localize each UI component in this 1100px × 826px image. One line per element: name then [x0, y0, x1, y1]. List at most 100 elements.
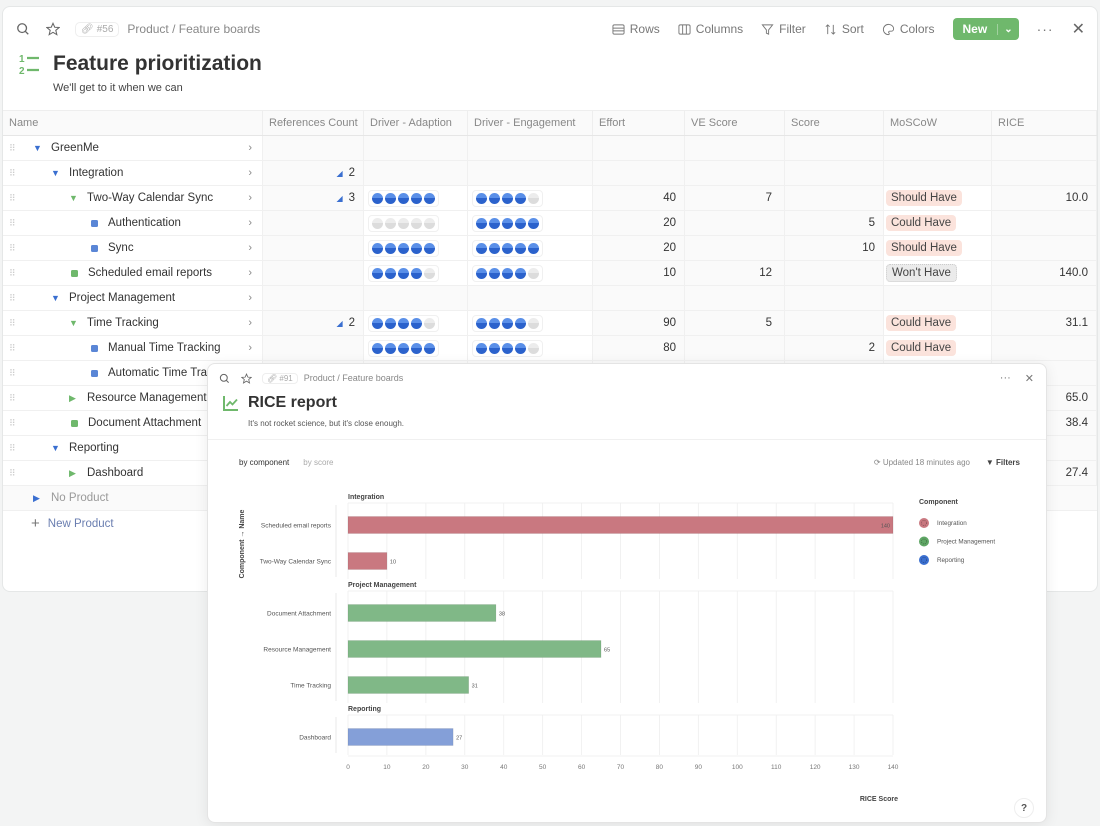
- moscow-cell[interactable]: [884, 161, 992, 185]
- colors-button[interactable]: Colors: [882, 22, 935, 36]
- chevron-right-icon[interactable]: ›: [248, 342, 252, 354]
- rice-cell[interactable]: [992, 336, 1097, 360]
- moscow-badge[interactable]: Should Have: [886, 240, 962, 256]
- references-cell[interactable]: [263, 211, 364, 235]
- rating-dots[interactable]: [472, 339, 543, 357]
- driver-adaption-cell[interactable]: [364, 186, 468, 210]
- references-cell[interactable]: [263, 336, 364, 360]
- driver-engagement-cell[interactable]: [468, 261, 593, 285]
- driver-engagement-cell[interactable]: [468, 136, 593, 160]
- drag-handle-icon[interactable]: ⠿: [9, 218, 23, 229]
- drag-handle-icon[interactable]: ⠿: [9, 243, 23, 254]
- caret-down-icon[interactable]: ▼: [69, 193, 79, 203]
- rating-dots[interactable]: [472, 214, 543, 232]
- table-row[interactable]: ⠿ Scheduled email reports › 10 12 Won't Have 1…: [3, 261, 1097, 286]
- rice-cell[interactable]: 10.0: [992, 186, 1097, 210]
- columns-button[interactable]: Columns: [678, 22, 743, 36]
- more-options-icon[interactable]: ···: [1037, 21, 1054, 37]
- chevron-right-icon[interactable]: ›: [248, 317, 252, 329]
- column-header-score[interactable]: Score: [785, 111, 884, 135]
- drag-handle-icon[interactable]: ⠿: [9, 293, 23, 304]
- driver-adaption-cell[interactable]: [364, 136, 468, 160]
- rating-dots[interactable]: [368, 239, 439, 257]
- caret-down-icon[interactable]: ▼: [51, 168, 61, 178]
- rating-dots[interactable]: [472, 314, 543, 332]
- driver-adaption-cell[interactable]: [364, 336, 468, 360]
- column-header-driver-adaption[interactable]: Driver - Adaption: [364, 111, 468, 135]
- rating-dots[interactable]: [472, 189, 543, 207]
- moscow-cell[interactable]: Should Have: [884, 186, 992, 210]
- ve-score-cell[interactable]: [685, 136, 785, 160]
- driver-adaption-cell[interactable]: [364, 261, 468, 285]
- caret-down-icon[interactable]: ▼: [69, 318, 79, 328]
- rating-dots[interactable]: [472, 239, 543, 257]
- chevron-right-icon[interactable]: ›: [248, 142, 252, 154]
- score-cell[interactable]: [785, 286, 884, 310]
- score-cell[interactable]: [785, 161, 884, 185]
- rating-dots[interactable]: [368, 189, 439, 207]
- caret-down-icon[interactable]: ▼: [51, 443, 61, 453]
- rating-dots[interactable]: [368, 264, 439, 282]
- rice-cell[interactable]: [992, 136, 1097, 160]
- moscow-cell[interactable]: [884, 136, 992, 160]
- ve-score-cell[interactable]: [685, 286, 785, 310]
- moscow-badge[interactable]: Could Have: [886, 215, 957, 231]
- references-cell[interactable]: [263, 261, 364, 285]
- name-cell[interactable]: ⠿ ▼ Project Management ›: [3, 286, 263, 310]
- score-cell[interactable]: 2: [785, 336, 884, 360]
- rice-cell[interactable]: [992, 236, 1097, 260]
- moscow-cell[interactable]: Could Have: [884, 336, 992, 360]
- driver-adaption-cell[interactable]: [364, 311, 468, 335]
- references-cell[interactable]: [263, 136, 364, 160]
- moscow-cell[interactable]: [884, 286, 992, 310]
- chevron-right-icon[interactable]: ›: [248, 242, 252, 254]
- table-row[interactable]: ⠿ ▼ Two-Way Calendar Sync › ◢ 3 40 7 Should Have…: [3, 186, 1097, 211]
- driver-engagement-cell[interactable]: [468, 236, 593, 260]
- driver-engagement-cell[interactable]: [468, 311, 593, 335]
- effort-cell[interactable]: 40: [593, 186, 685, 210]
- name-cell[interactable]: ⠿ ▼ Two-Way Calendar Sync ›: [3, 186, 263, 210]
- moscow-badge[interactable]: Should Have: [886, 190, 962, 206]
- breadcrumb[interactable]: Product / Feature boards: [127, 22, 260, 36]
- effort-cell[interactable]: 10: [593, 261, 685, 285]
- column-header-name[interactable]: Name: [3, 111, 263, 135]
- drag-handle-icon[interactable]: ⠿: [9, 468, 23, 479]
- chevron-right-icon[interactable]: ›: [248, 167, 252, 179]
- ve-score-cell[interactable]: [685, 161, 785, 185]
- score-cell[interactable]: [785, 136, 884, 160]
- drag-handle-icon[interactable]: ⠿: [9, 268, 23, 279]
- rating-dots[interactable]: [368, 214, 439, 232]
- close-icon[interactable]: ✕: [1072, 19, 1085, 39]
- ve-score-cell[interactable]: 5: [685, 311, 785, 335]
- ve-score-cell[interactable]: [685, 211, 785, 235]
- drag-handle-icon[interactable]: ⠿: [9, 343, 23, 354]
- driver-engagement-cell[interactable]: [468, 211, 593, 235]
- moscow-badge[interactable]: Could Have: [886, 315, 957, 331]
- driver-adaption-cell[interactable]: [364, 161, 468, 185]
- score-cell[interactable]: 10: [785, 236, 884, 260]
- column-header-moscow[interactable]: MoSCoW: [884, 111, 992, 135]
- sort-button[interactable]: Sort: [824, 22, 864, 36]
- moscow-cell[interactable]: Could Have: [884, 211, 992, 235]
- effort-cell[interactable]: [593, 286, 685, 310]
- drag-handle-icon[interactable]: ⠿: [9, 168, 23, 179]
- column-header-ve-score[interactable]: VE Score: [685, 111, 785, 135]
- driver-adaption-cell[interactable]: [364, 236, 468, 260]
- drag-handle-icon[interactable]: ⠿: [9, 318, 23, 329]
- driver-engagement-cell[interactable]: [468, 161, 593, 185]
- rice-cell[interactable]: [992, 286, 1097, 310]
- score-cell[interactable]: [785, 186, 884, 210]
- driver-engagement-cell[interactable]: [468, 286, 593, 310]
- references-cell[interactable]: ◢ 3: [263, 186, 364, 210]
- chevron-down-icon[interactable]: ⌄: [997, 23, 1018, 35]
- moscow-cell[interactable]: Won't Have: [884, 261, 992, 285]
- caret-down-icon[interactable]: ▼: [33, 143, 43, 153]
- references-cell[interactable]: [263, 236, 364, 260]
- score-cell[interactable]: 5: [785, 211, 884, 235]
- name-cell[interactable]: ⠿ Manual Time Tracking ›: [3, 336, 263, 360]
- rating-dots[interactable]: [472, 264, 543, 282]
- chevron-right-icon[interactable]: ›: [248, 217, 252, 229]
- driver-engagement-cell[interactable]: [468, 186, 593, 210]
- drag-handle-icon[interactable]: ⠿: [9, 143, 23, 154]
- table-row[interactable]: ⠿ ▼ GreenMe ›: [3, 136, 1097, 161]
